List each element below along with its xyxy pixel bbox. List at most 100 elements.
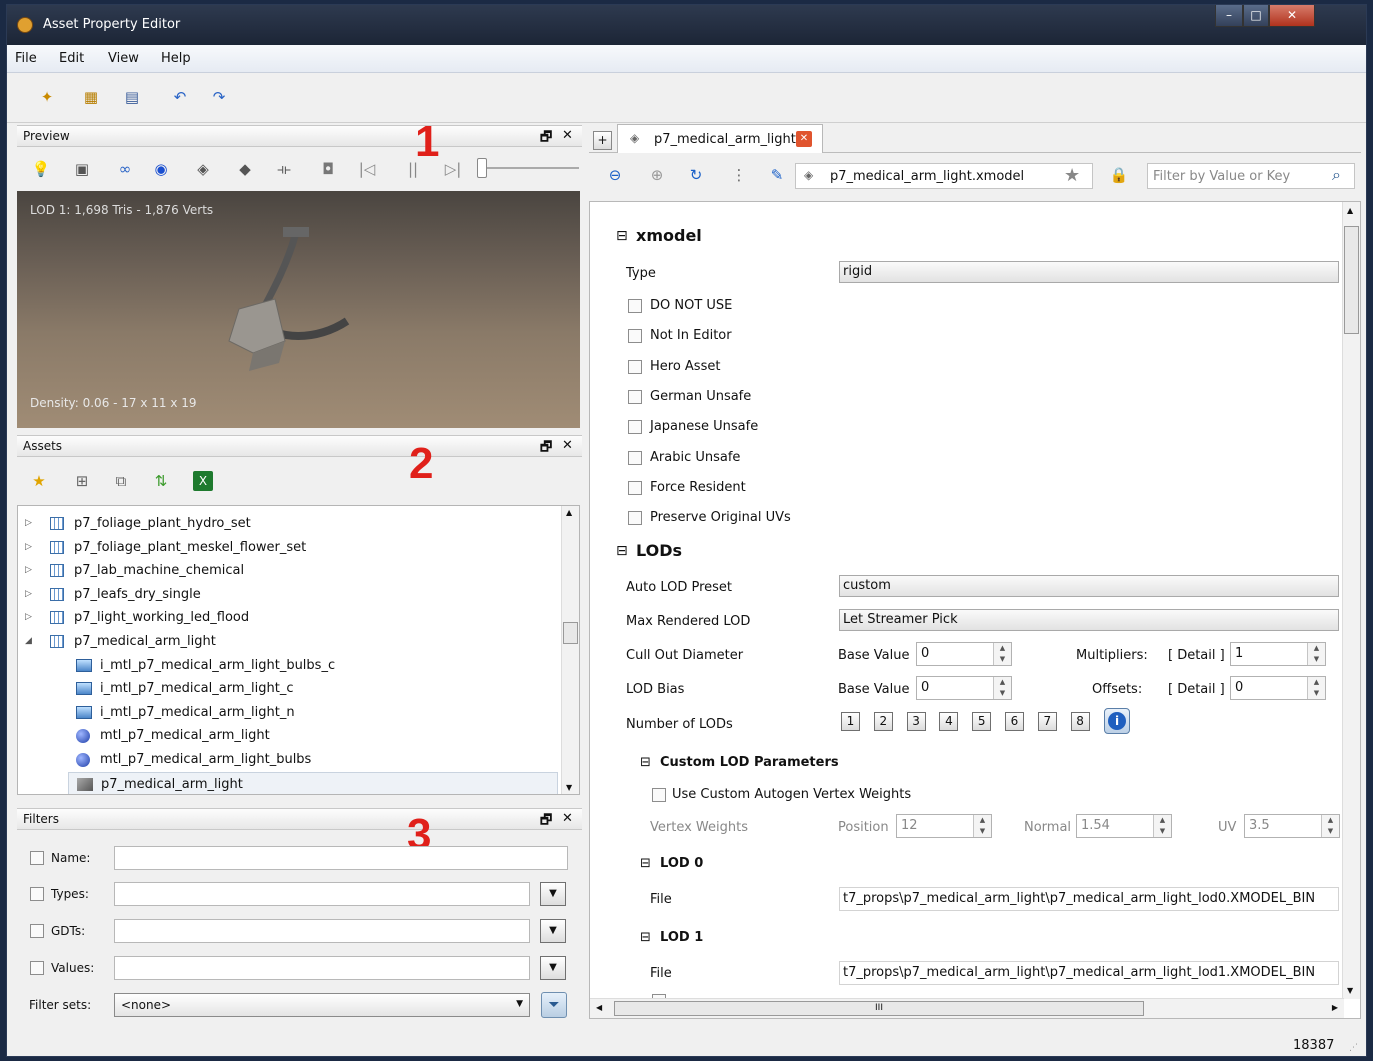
property-checkbox[interactable] [628, 480, 642, 495]
copy-asset-icon[interactable]: ⧉ [111, 471, 131, 491]
lod-count-button[interactable]: 1 [841, 712, 860, 731]
collapse-icon[interactable]: ⊟ [616, 228, 628, 244]
tree-expander-icon[interactable]: ▷ [25, 512, 32, 535]
slider-handle[interactable] [477, 158, 487, 178]
spinner-arrows-icon[interactable]: ▲ ▼ [1321, 815, 1339, 837]
asset-address-field[interactable]: ◈ p7_medical_arm_light.xmodel ★ [795, 163, 1093, 189]
scroll-down-icon[interactable]: ▼ [1347, 986, 1353, 995]
screenshot-icon[interactable]: ◘ [318, 159, 338, 179]
collapse-icon[interactable]: ⊟ [640, 930, 651, 945]
lock-icon[interactable]: 🔒 [1109, 165, 1129, 185]
values-filter-input[interactable] [114, 956, 530, 980]
lod0-file-field[interactable]: t7_props\p7_medical_arm_light\p7_medical… [839, 887, 1339, 911]
lod-bias-base-value-spinner[interactable]: 0 ▲ ▼ [916, 676, 1012, 700]
tree-item[interactable]: mtl_p7_medical_arm_light [18, 724, 558, 747]
gdts-dropdown-button[interactable]: ▼ [540, 919, 566, 943]
redo-icon[interactable]: ↷ [209, 87, 229, 107]
tree-item[interactable]: i_mtl_p7_medical_arm_light_n [18, 701, 558, 724]
type-select[interactable]: rigid [839, 261, 1339, 283]
menu-edit[interactable]: Edit [59, 51, 84, 66]
close-icon[interactable]: ✕ [562, 128, 573, 143]
first-frame-icon[interactable]: |◁ [357, 159, 377, 179]
star-icon[interactable]: ★ [1064, 165, 1080, 186]
types-filter-checkbox[interactable] [30, 887, 44, 901]
types-dropdown-button[interactable]: ▼ [540, 882, 566, 906]
bones-icon[interactable]: ⟛ [274, 159, 294, 179]
scroll-thumb[interactable]: III [614, 1001, 1144, 1016]
filter-sets-select[interactable]: <none> ▼ [114, 993, 530, 1017]
scroll-thumb[interactable] [563, 622, 578, 644]
uv-spinner[interactable]: 3.5 ▲ ▼ [1244, 814, 1340, 838]
property-checkbox[interactable] [628, 329, 642, 344]
close-button[interactable]: ✕ [1269, 5, 1315, 27]
float-icon[interactable]: 🗗 [540, 811, 552, 833]
property-checkbox[interactable] [628, 420, 642, 435]
scroll-left-icon[interactable]: ◀ [596, 1003, 602, 1012]
property-filter-input[interactable]: Filter by Value or Key ⌕ [1147, 163, 1355, 189]
max-rendered-lod-select[interactable]: Let Streamer Pick [839, 609, 1339, 631]
timeline-slider[interactable] [477, 158, 579, 178]
custom-weights-checkbox[interactable] [652, 788, 666, 802]
info-icon[interactable]: i [1104, 708, 1130, 734]
gdts-filter-checkbox[interactable] [30, 924, 44, 938]
scroll-up-icon[interactable]: ▲ [566, 508, 572, 517]
back-icon[interactable]: ⊖ [605, 165, 625, 185]
property-checkbox[interactable] [628, 299, 642, 313]
tree-item[interactable]: i_mtl_p7_medical_arm_light_bulbs_c [18, 654, 558, 677]
property-checkbox[interactable] [628, 359, 642, 374]
multiplier-spinner[interactable]: 1 ▲ ▼ [1230, 642, 1326, 666]
tree-expander-icon[interactable]: ▷ [25, 559, 32, 582]
focus-icon[interactable]: ◉ [151, 159, 171, 179]
tree-expander-icon[interactable]: ◢ [25, 630, 32, 653]
spinner-arrows-icon[interactable]: ▲ ▼ [993, 677, 1011, 699]
normal-spinner[interactable]: 1.54 ▲ ▼ [1076, 814, 1172, 838]
lod-count-button[interactable]: 5 [972, 712, 992, 731]
save-all-icon[interactable]: ▤ [122, 87, 142, 107]
values-filter-checkbox[interactable] [30, 961, 44, 975]
spinner-arrows-icon[interactable]: ▲ ▼ [1307, 677, 1325, 699]
undo-icon[interactable]: ↶ [170, 87, 190, 107]
menu-help[interactable]: Help [161, 51, 191, 66]
camera-icon[interactable]: ▣ [72, 159, 92, 179]
property-vertical-scrollbar[interactable]: ▲ ▼ [1342, 202, 1360, 999]
tree-item[interactable]: ▷ p7_lab_machine_chemical [18, 559, 558, 582]
spinner-arrows-icon[interactable]: ▲ ▼ [993, 643, 1011, 665]
close-icon[interactable]: ✕ [562, 438, 573, 453]
property-horizontal-scrollbar[interactable]: ◀ III ▶ [590, 998, 1344, 1018]
shape-icon[interactable]: ◆ [235, 159, 255, 179]
tree-item[interactable]: ▷ p7_leafs_dry_single [18, 583, 558, 606]
tree-item[interactable]: mtl_p7_medical_arm_light_bulbs [18, 748, 558, 771]
tree-item[interactable]: p7_medical_arm_light [68, 771, 558, 794]
next-frame-icon[interactable]: ▷| [443, 159, 463, 179]
tree-item[interactable]: i_mtl_p7_medical_arm_light_c [18, 677, 558, 700]
tree-item[interactable]: ▷ p7_light_working_led_flood [18, 606, 558, 629]
open-icon[interactable]: ▦ [81, 87, 101, 107]
property-checkbox[interactable] [628, 450, 642, 465]
lod1-file-field[interactable]: t7_props\p7_medical_arm_light\p7_medical… [839, 961, 1339, 985]
refresh-icon[interactable]: ↻ [686, 165, 706, 185]
menu-view[interactable]: View [108, 51, 139, 66]
tree-expander-icon[interactable]: ▷ [25, 583, 32, 606]
lod-count-button[interactable]: 2 [873, 712, 893, 731]
tree-scrollbar[interactable]: ▲ ▼ [561, 506, 579, 794]
collapse-icon[interactable]: ⊟ [616, 543, 628, 559]
tree-expander-icon[interactable]: ▷ [25, 606, 32, 629]
scroll-thumb[interactable] [1344, 226, 1359, 334]
cull-base-value-spinner[interactable]: 0 ▲ ▼ [916, 642, 1012, 666]
hierarchy-icon[interactable]: ⋮ [729, 165, 749, 185]
property-checkbox[interactable] [628, 511, 642, 526]
scroll-down-icon[interactable]: ▼ [566, 783, 572, 792]
tree-item[interactable]: ◢ p7_medical_arm_light [18, 630, 558, 653]
tree-item[interactable]: ▷ p7_foliage_plant_hydro_set [18, 512, 558, 535]
forward-icon[interactable]: ⊕ [647, 165, 667, 185]
search-icon[interactable]: ⌕ [1332, 165, 1341, 185]
tab-p7-medical-arm-light[interactable]: ◈ p7_medical_arm_light ✕ [617, 124, 823, 154]
lod-count-button[interactable]: 7 [1037, 712, 1057, 731]
add-tab-button[interactable]: + [593, 131, 612, 150]
lod-count-button[interactable]: 6 [1005, 712, 1024, 731]
spinner-arrows-icon[interactable]: ▲ ▼ [1153, 815, 1171, 837]
model-icon[interactable]: ◈ [193, 159, 213, 179]
lod-count-button[interactable]: 3 [906, 712, 926, 731]
spinner-arrows-icon[interactable]: ▲ ▼ [973, 815, 991, 837]
favorite-icon[interactable]: ★ [29, 471, 49, 491]
